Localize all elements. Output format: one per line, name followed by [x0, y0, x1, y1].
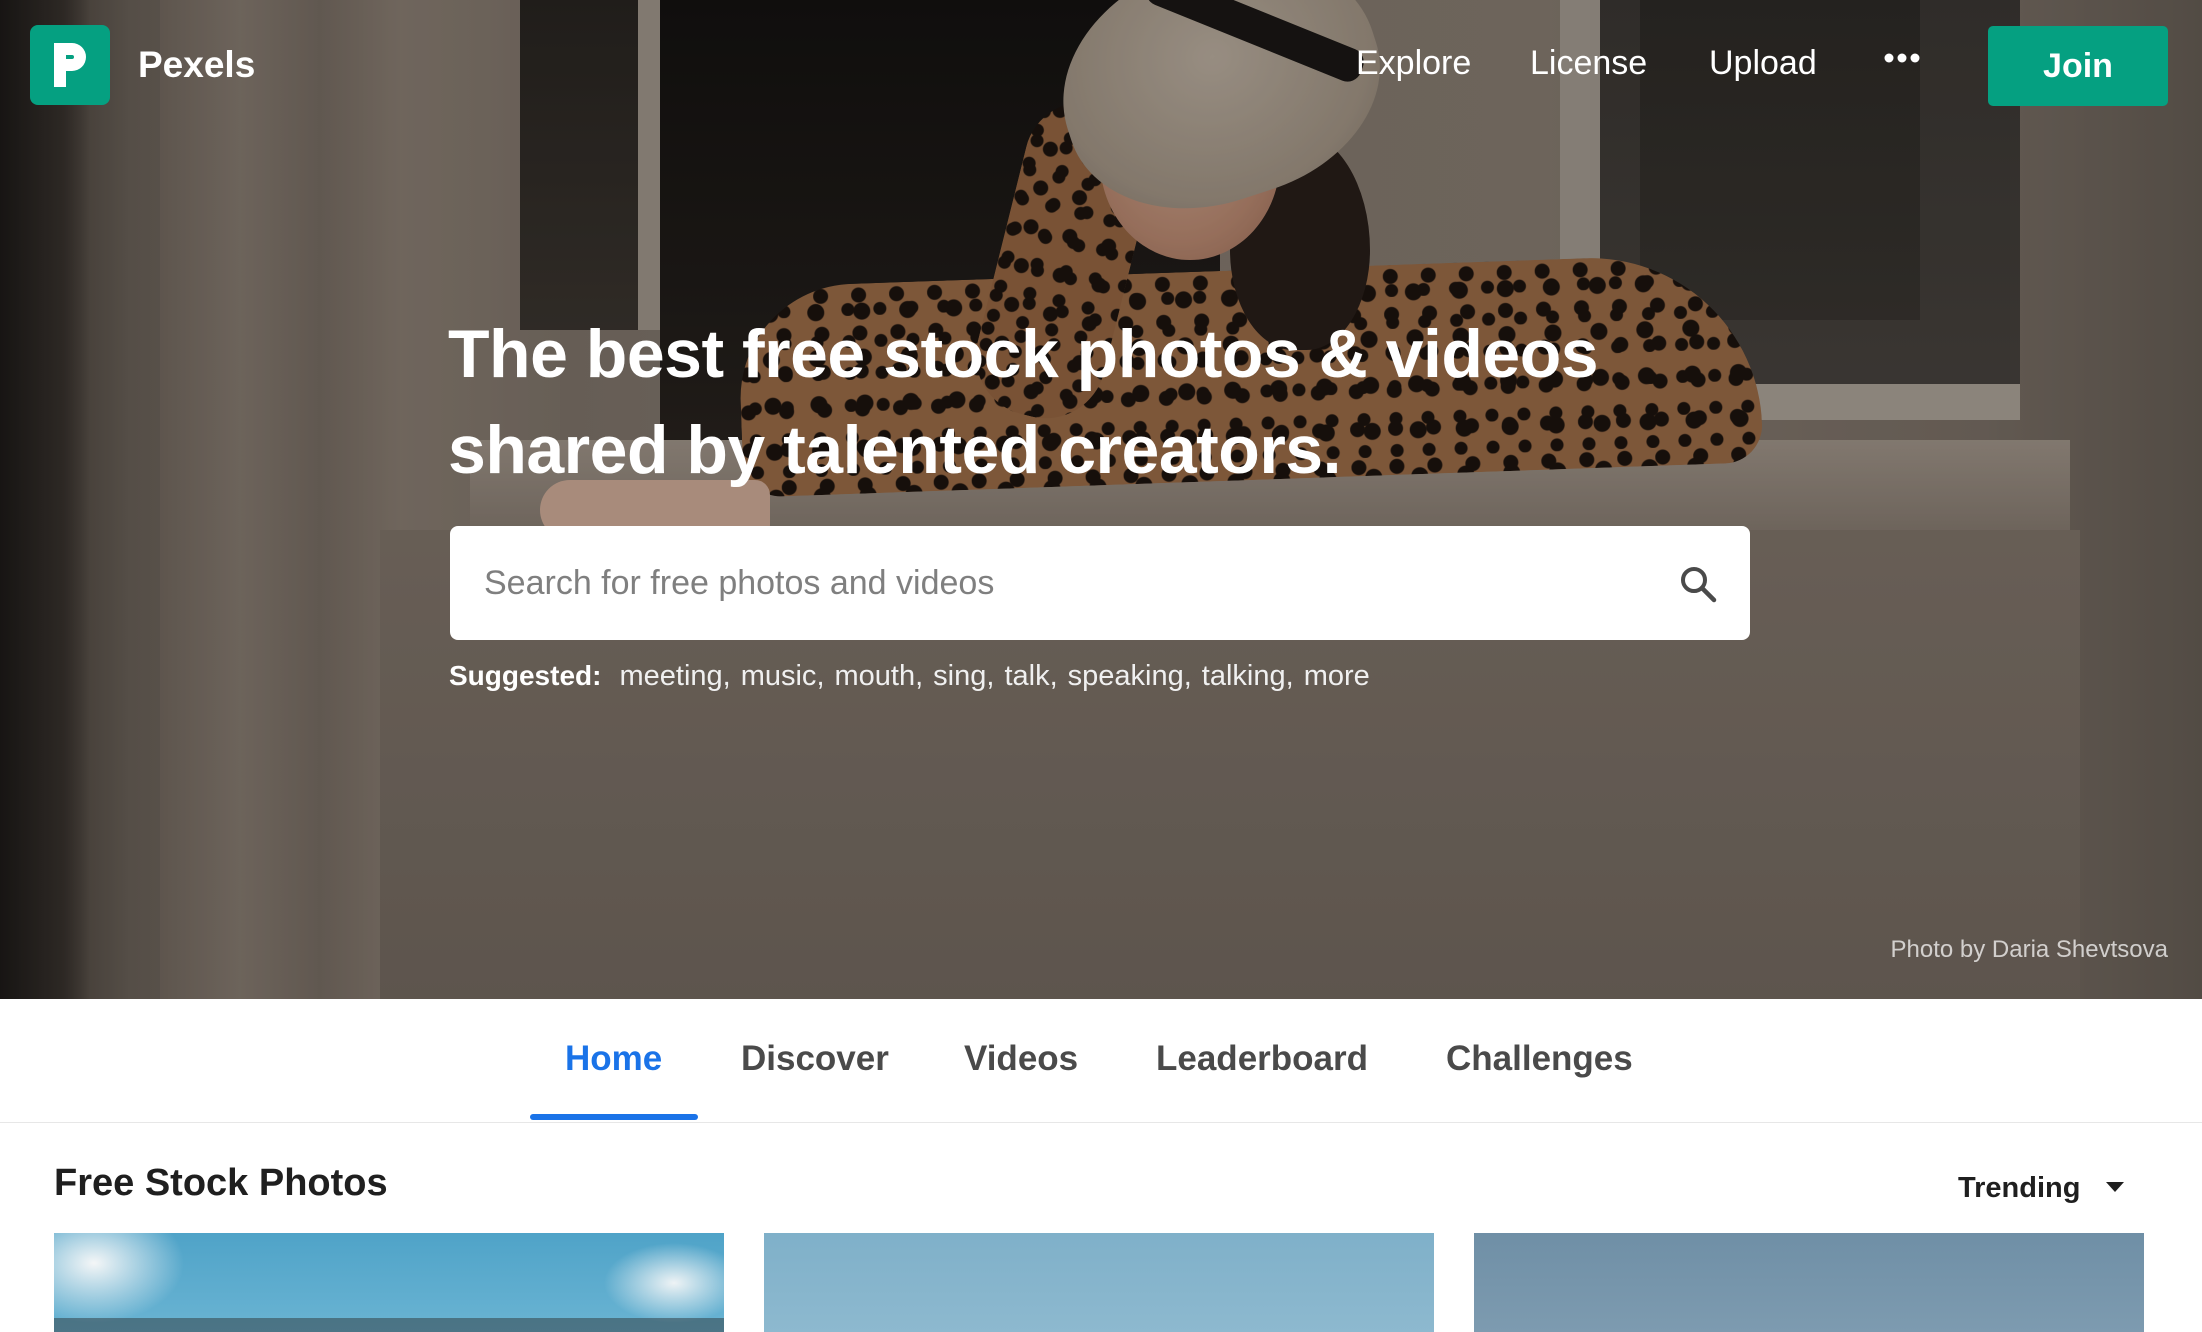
photo-credit-link[interactable]: Photo by Daria Shevtsova: [1891, 936, 2169, 964]
suggested-item[interactable]: talk: [1004, 660, 1049, 693]
suggested-separator: ,: [1183, 660, 1192, 692]
pexels-logo-icon[interactable]: [30, 25, 110, 105]
suggested-separator: ,: [1285, 660, 1294, 692]
suggested-item[interactable]: talking: [1202, 660, 1286, 693]
hero-headline-line-1: The best free stock photos & videos: [448, 316, 1599, 392]
search-input[interactable]: [484, 556, 1644, 610]
photo-thumbnail-edge: [54, 1318, 724, 1332]
tab-discover[interactable]: Discover: [741, 1039, 889, 1079]
hero-background-photo: [0, 0, 2202, 999]
tab-home[interactable]: Home: [565, 1039, 662, 1079]
suggested-separator: ,: [915, 660, 924, 692]
photo-thumbnail[interactable]: [54, 1233, 724, 1332]
search-icon[interactable]: [1670, 556, 1726, 612]
top-navigation: Pexels Explore License Upload Join: [0, 0, 2202, 134]
main-tabs: Home Discover Videos Leaderboard Challen…: [0, 999, 2202, 1123]
suggested-item[interactable]: meeting: [619, 660, 722, 693]
sort-dropdown[interactable]: Trending: [1958, 1166, 2125, 1210]
suggested-item[interactable]: speaking: [1068, 660, 1184, 693]
suggested-item[interactable]: mouth: [835, 660, 916, 693]
tab-leaderboard[interactable]: Leaderboard: [1156, 1039, 1368, 1079]
suggested-separator: ,: [722, 660, 731, 692]
nav-upload-link[interactable]: Upload: [1709, 44, 1817, 83]
caret-down-icon: [2106, 1179, 2125, 1197]
more-horizontal-icon[interactable]: [1880, 36, 1924, 80]
nav-explore-link[interactable]: Explore: [1356, 44, 1471, 83]
suggested-more-link[interactable]: more: [1304, 660, 1370, 693]
suggested-label: Suggested:: [449, 660, 602, 691]
suggested-item[interactable]: music: [741, 660, 817, 693]
search-bar: [450, 526, 1750, 640]
sort-dropdown-label: Trending: [1958, 1171, 2081, 1204]
brand-name[interactable]: Pexels: [138, 44, 255, 86]
suggested-searches: Suggested: meeting, music, mouth, sing, …: [449, 660, 1370, 700]
suggested-separator: ,: [1049, 660, 1058, 692]
photo-thumbnail[interactable]: [764, 1233, 1434, 1332]
hero-headline: The best free stock photos & videos shar…: [448, 306, 1748, 498]
active-tab-indicator: [530, 1114, 698, 1120]
hero-headline-line-2: shared by talented creators.: [448, 412, 1342, 488]
suggested-item[interactable]: sing: [933, 660, 986, 693]
tab-videos[interactable]: Videos: [964, 1039, 1078, 1079]
tab-challenges[interactable]: Challenges: [1446, 1039, 1633, 1079]
suggested-separator: ,: [986, 660, 995, 692]
section-title: Free Stock Photos: [54, 1162, 388, 1204]
join-button[interactable]: Join: [1988, 26, 2168, 106]
hero-overlay: [0, 0, 2202, 999]
photo-thumbnail[interactable]: [1474, 1233, 2144, 1332]
nav-license-link[interactable]: License: [1530, 44, 1647, 83]
suggested-separator: ,: [816, 660, 825, 692]
